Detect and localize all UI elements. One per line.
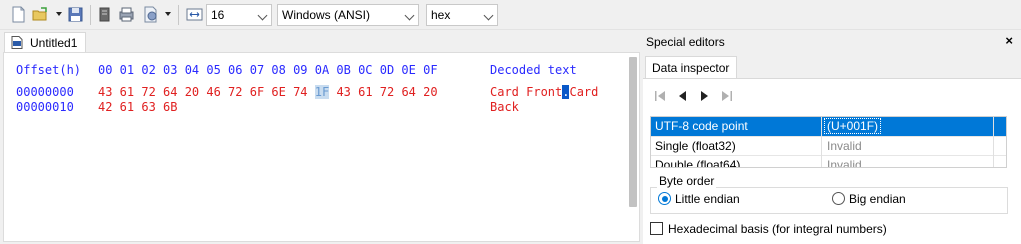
inspector-row-label: UTF-8 code point	[655, 119, 748, 133]
inspector-row-label: Single (float32)	[655, 139, 736, 153]
encoding-value: Windows (ANSI)	[282, 8, 371, 22]
special-editors-title: Special editors	[646, 35, 725, 49]
display-mode-combo[interactable]: hex	[426, 4, 498, 26]
data-inspector-panel: UTF-8 code point (U+001F) Single (float3…	[643, 78, 1021, 244]
document-tab[interactable]: Untitled1	[4, 32, 86, 52]
tab-data-inspector[interactable]: Data inspector	[645, 56, 737, 78]
inspector-row-value[interactable]: Invalid	[827, 158, 862, 167]
encoding-combo[interactable]: Windows (ANSI)	[277, 4, 419, 26]
byte-order-title: Byte order	[657, 174, 717, 188]
vertical-scrollbar[interactable]	[629, 57, 637, 207]
row-decoded-text[interactable]: Card Front.Card	[490, 85, 598, 99]
row-bytes[interactable]: 42 61 63 6B	[98, 100, 177, 114]
special-editors-header: Special editors ×	[643, 32, 1021, 52]
inspector-row[interactable]: Double (float64) Invalid	[651, 155, 1006, 168]
tab-data-inspector-label: Data inspector	[652, 61, 730, 75]
next-icon[interactable]	[698, 89, 712, 103]
inspector-row-value[interactable]: (U+001F)	[823, 118, 882, 134]
row-offset: 00000010	[16, 100, 74, 114]
text-after-caret[interactable]: Card	[569, 85, 598, 99]
bytes-per-row-combo[interactable]: 16	[206, 4, 272, 26]
open-dropdown-arrow[interactable]	[56, 12, 62, 16]
hex-editor[interactable]: Offset(h) 00 01 02 03 04 05 06 07 08 09 …	[3, 52, 640, 242]
big-endian-radio[interactable]	[832, 192, 845, 205]
print-icon[interactable]	[118, 6, 135, 23]
bytes-per-row-icon	[186, 8, 203, 21]
little-endian-label[interactable]: Little endian	[675, 192, 740, 206]
toolbar: 16 Windows (ANSI) hex	[0, 0, 1021, 30]
export-icon[interactable]	[142, 6, 159, 23]
close-icon[interactable]: ×	[1005, 33, 1013, 48]
chevron-down-icon[interactable]	[255, 5, 271, 25]
inspector-row[interactable]: UTF-8 code point (U+001F)	[651, 117, 1006, 136]
toolbar-separator	[178, 5, 179, 25]
toolbar-separator	[90, 5, 91, 25]
bytes-after-selection[interactable]: 43 61 72 64 20	[336, 85, 437, 99]
save-icon[interactable]	[67, 6, 84, 23]
first-icon[interactable]	[653, 89, 667, 103]
bytes-before-selection[interactable]: 43 61 72 64 20 46 72 6F 6E 74	[98, 85, 308, 99]
chevron-down-icon[interactable]	[481, 5, 497, 25]
inspector-row[interactable]: Single (float32) Invalid	[651, 136, 1006, 155]
text-before-caret[interactable]: Card Front	[490, 85, 562, 99]
inspector-grid[interactable]: UTF-8 code point (U+001F) Single (float3…	[650, 116, 1007, 168]
open-folder-icon[interactable]	[32, 6, 49, 23]
hex-basis-checkbox[interactable]	[650, 222, 663, 235]
inspector-row-value[interactable]: Invalid	[827, 139, 862, 153]
little-endian-radio[interactable]	[658, 192, 671, 205]
grid-divider	[821, 117, 822, 167]
row-bytes[interactable]: 43 61 72 64 20 46 72 6F 6E 74 1F 43 61 7…	[98, 85, 438, 99]
bytes-per-row-value: 16	[211, 8, 225, 22]
big-endian-label[interactable]: Big endian	[849, 192, 906, 206]
row-offset: 00000000	[16, 85, 74, 99]
export-dropdown-arrow[interactable]	[165, 12, 171, 16]
previous-icon[interactable]	[675, 89, 689, 103]
document-tab-label: Untitled1	[30, 36, 78, 50]
display-mode-value: hex	[431, 8, 451, 22]
decoded-text-header: Decoded text	[490, 63, 577, 77]
hex-basis-label[interactable]: Hexadecimal basis (for integral numbers)	[668, 222, 887, 236]
chevron-down-icon[interactable]	[402, 5, 418, 25]
row-decoded-text[interactable]: Back	[490, 100, 519, 114]
grid-divider	[993, 117, 994, 167]
new-file-icon[interactable]	[10, 6, 27, 23]
inspector-row-label: Double (float64)	[655, 158, 741, 168]
hex-file-icon	[11, 36, 23, 49]
last-icon[interactable]	[720, 89, 734, 103]
save-all-icon[interactable]	[96, 6, 113, 23]
selected-byte[interactable]: 1F	[314, 85, 330, 99]
columns-header: 00 01 02 03 04 05 06 07 08 09 0A 0B 0C 0…	[98, 63, 438, 77]
offset-header: Offset(h)	[16, 63, 82, 77]
